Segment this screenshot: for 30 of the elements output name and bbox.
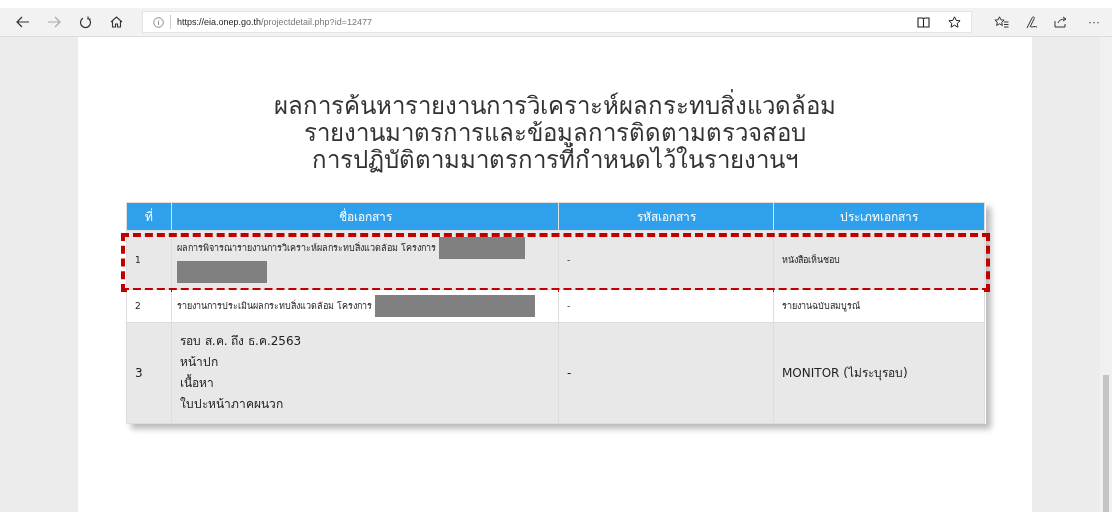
- document-name: ผลการพิจารณารายงานการวิเคราะห์ผลกระทบสิ่งแวดล้อม โครงการ: [177, 241, 436, 255]
- url-text: https://eia.onep.go.th/projectdetail.php?id=12477: [177, 17, 372, 27]
- table-cell: 3: [126, 322, 172, 424]
- pen-icon[interactable]: [1025, 15, 1038, 29]
- document-name: หน้าปก: [180, 354, 218, 371]
- table-cell: 2: [126, 289, 172, 323]
- star-icon[interactable]: [948, 16, 961, 28]
- address-bar[interactable]: https://eia.onep.go.th/projectdetail.php?id=12477: [142, 11, 972, 33]
- table-cell: -: [558, 230, 774, 290]
- column-header: ชื่อเอกสาร: [171, 202, 559, 231]
- table-cell: MONITOR (ไม่ระบุรอบ): [773, 322, 984, 424]
- more-button[interactable]: ···: [1084, 15, 1104, 29]
- document-name: เนื้อหา: [180, 373, 214, 392]
- document-name: ใบปะหน้าภาคผนวก: [180, 396, 283, 413]
- column-header: ประเภทเอกสาร: [773, 202, 984, 231]
- favorites-icon[interactable]: [994, 16, 1009, 28]
- share-icon[interactable]: [1054, 16, 1068, 28]
- table-cell: รายงานฉบับสมบูรณ์: [773, 289, 984, 323]
- document-name: รอบ ส.ค. ถึง ธ.ค.2563: [180, 333, 302, 350]
- document-name: รายงานการประเมินผลกระทบสิ่งแวดล้อม โครงการ: [177, 299, 372, 313]
- scroll-thumb[interactable]: [1103, 375, 1109, 512]
- info-icon: [153, 16, 164, 28]
- column-header: รหัสเอกสาร: [558, 202, 774, 231]
- table-cell: หนังสือเห็นชอบ: [773, 230, 984, 290]
- book-icon[interactable]: [917, 16, 930, 28]
- column-header: ที่: [126, 202, 172, 231]
- table-cell: -: [558, 289, 774, 323]
- table-cell: -: [558, 322, 774, 424]
- scrollbar[interactable]: [1100, 37, 1112, 512]
- table-cell: 1: [126, 230, 172, 290]
